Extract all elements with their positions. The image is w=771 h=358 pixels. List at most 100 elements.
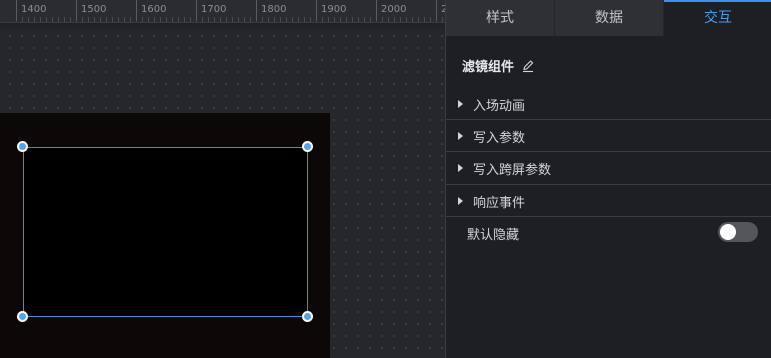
ruler-minor-tick xyxy=(106,17,107,22)
section-entrance-animation[interactable]: 入场动画 xyxy=(446,88,771,120)
ruler-minor-tick xyxy=(88,17,89,22)
ruler-tick xyxy=(316,0,317,21)
property-panel: 样式 数据 交互 滤镜组件 入场动画 写入参数 写入跨屏参数 响应事件 默认隐藏 xyxy=(445,0,771,358)
ruler-minor-tick xyxy=(100,17,101,22)
ruler-minor-tick xyxy=(118,17,119,22)
ruler-minor-tick xyxy=(244,17,245,22)
ruler-tick xyxy=(196,0,197,21)
ruler-minor-tick xyxy=(94,17,95,22)
ruler-minor-tick xyxy=(418,17,419,22)
ruler-tick xyxy=(16,0,17,21)
default-hidden-label: 默认隐藏 xyxy=(467,227,520,243)
section-response-events[interactable]: 响应事件 xyxy=(446,185,771,217)
ruler-minor-tick xyxy=(220,17,221,22)
default-hidden-toggle[interactable] xyxy=(718,222,758,242)
section-write-cross-screen-params[interactable]: 写入跨屏参数 xyxy=(446,152,771,184)
ruler-minor-tick xyxy=(274,17,275,22)
ruler-tick xyxy=(136,0,137,21)
ruler-minor-tick xyxy=(190,17,191,22)
resize-handle-bottom-right[interactable] xyxy=(302,311,313,322)
ruler-minor-tick xyxy=(292,17,293,22)
ruler-minor-tick xyxy=(82,17,83,22)
ruler-minor-tick xyxy=(130,17,131,22)
ruler-minor-tick xyxy=(286,17,287,22)
ruler-minor-tick xyxy=(46,17,47,22)
ruler-minor-tick xyxy=(238,17,239,22)
caret-right-icon xyxy=(458,132,463,140)
ruler-minor-tick xyxy=(154,17,155,22)
ruler-minor-tick xyxy=(160,17,161,22)
ruler-minor-tick xyxy=(346,17,347,22)
resize-handle-top-left[interactable] xyxy=(17,141,28,152)
ruler-minor-tick xyxy=(172,17,173,22)
ruler-label: 1500 xyxy=(81,4,107,15)
ruler-minor-tick xyxy=(388,17,389,22)
ruler-minor-tick xyxy=(364,17,365,22)
ruler-minor-tick xyxy=(52,17,53,22)
ruler-label: 2000 xyxy=(381,4,407,15)
ruler-minor-tick xyxy=(358,17,359,22)
horizontal-ruler: 1400 1500 1600 1700 1800 1900 2000 2 xyxy=(0,0,445,23)
ruler-minor-tick xyxy=(430,17,431,22)
ruler-tick xyxy=(436,0,437,21)
ruler-label: 1700 xyxy=(201,4,227,15)
ruler-minor-tick xyxy=(394,17,395,22)
divider xyxy=(446,216,771,217)
ruler-minor-tick xyxy=(424,17,425,22)
section-label: 入场动画 xyxy=(473,98,526,114)
ruler-minor-tick xyxy=(58,17,59,22)
ruler-minor-tick xyxy=(412,17,413,22)
panel-tabs: 样式 数据 交互 xyxy=(446,0,771,36)
ruler-minor-tick xyxy=(214,17,215,22)
ruler-minor-tick xyxy=(298,17,299,22)
ruler-minor-tick xyxy=(262,17,263,22)
ruler-label: 1800 xyxy=(261,4,287,15)
pencil-icon[interactable] xyxy=(521,58,535,73)
ruler-minor-tick xyxy=(442,17,443,22)
design-canvas[interactable]: 1400 1500 1600 1700 1800 1900 2000 2 xyxy=(0,0,445,358)
ruler-shadow xyxy=(0,23,445,33)
ruler-minor-tick xyxy=(352,17,353,22)
ruler-minor-tick xyxy=(202,17,203,22)
caret-right-icon xyxy=(458,164,463,172)
resize-handle-top-right[interactable] xyxy=(302,141,313,152)
ruler-minor-tick xyxy=(124,17,125,22)
ruler-minor-tick xyxy=(310,17,311,22)
ruler-minor-tick xyxy=(22,17,23,22)
ruler-minor-tick xyxy=(340,17,341,22)
ruler-minor-tick xyxy=(322,17,323,22)
ruler-minor-tick xyxy=(184,17,185,22)
ruler-label: 1400 xyxy=(21,4,47,15)
caret-right-icon xyxy=(458,197,463,205)
ruler-minor-tick xyxy=(328,17,329,22)
tab-data[interactable]: 数据 xyxy=(555,0,664,36)
toggle-knob xyxy=(720,224,736,240)
tab-style[interactable]: 样式 xyxy=(446,0,555,36)
caret-right-icon xyxy=(458,100,463,108)
ruler-label: 1600 xyxy=(141,4,167,15)
ruler-label: 1900 xyxy=(321,4,347,15)
ruler-minor-tick xyxy=(70,17,71,22)
tab-interaction[interactable]: 交互 xyxy=(664,0,771,36)
ruler-tick xyxy=(76,0,77,21)
ruler-minor-tick xyxy=(142,17,143,22)
ruler-minor-tick xyxy=(250,17,251,22)
ruler-minor-tick xyxy=(40,17,41,22)
component-title-row: 滤镜组件 xyxy=(462,55,535,75)
resize-handle-bottom-left[interactable] xyxy=(17,311,28,322)
default-hidden-row: 默认隐藏 xyxy=(446,218,771,248)
ruler-minor-tick xyxy=(208,17,209,22)
section-label: 写入跨屏参数 xyxy=(473,162,552,178)
selected-filter-component[interactable] xyxy=(23,147,308,317)
ruler-tick xyxy=(376,0,377,21)
section-write-params[interactable]: 写入参数 xyxy=(446,120,771,152)
ruler-minor-tick xyxy=(112,17,113,22)
section-label: 写入参数 xyxy=(473,130,526,146)
ruler-minor-tick xyxy=(226,17,227,22)
component-title: 滤镜组件 xyxy=(462,59,515,75)
ruler-minor-tick xyxy=(232,17,233,22)
ruler-minor-tick xyxy=(166,17,167,22)
section-label: 响应事件 xyxy=(473,195,526,211)
ruler-minor-tick xyxy=(370,17,371,22)
ruler-minor-tick xyxy=(400,17,401,22)
